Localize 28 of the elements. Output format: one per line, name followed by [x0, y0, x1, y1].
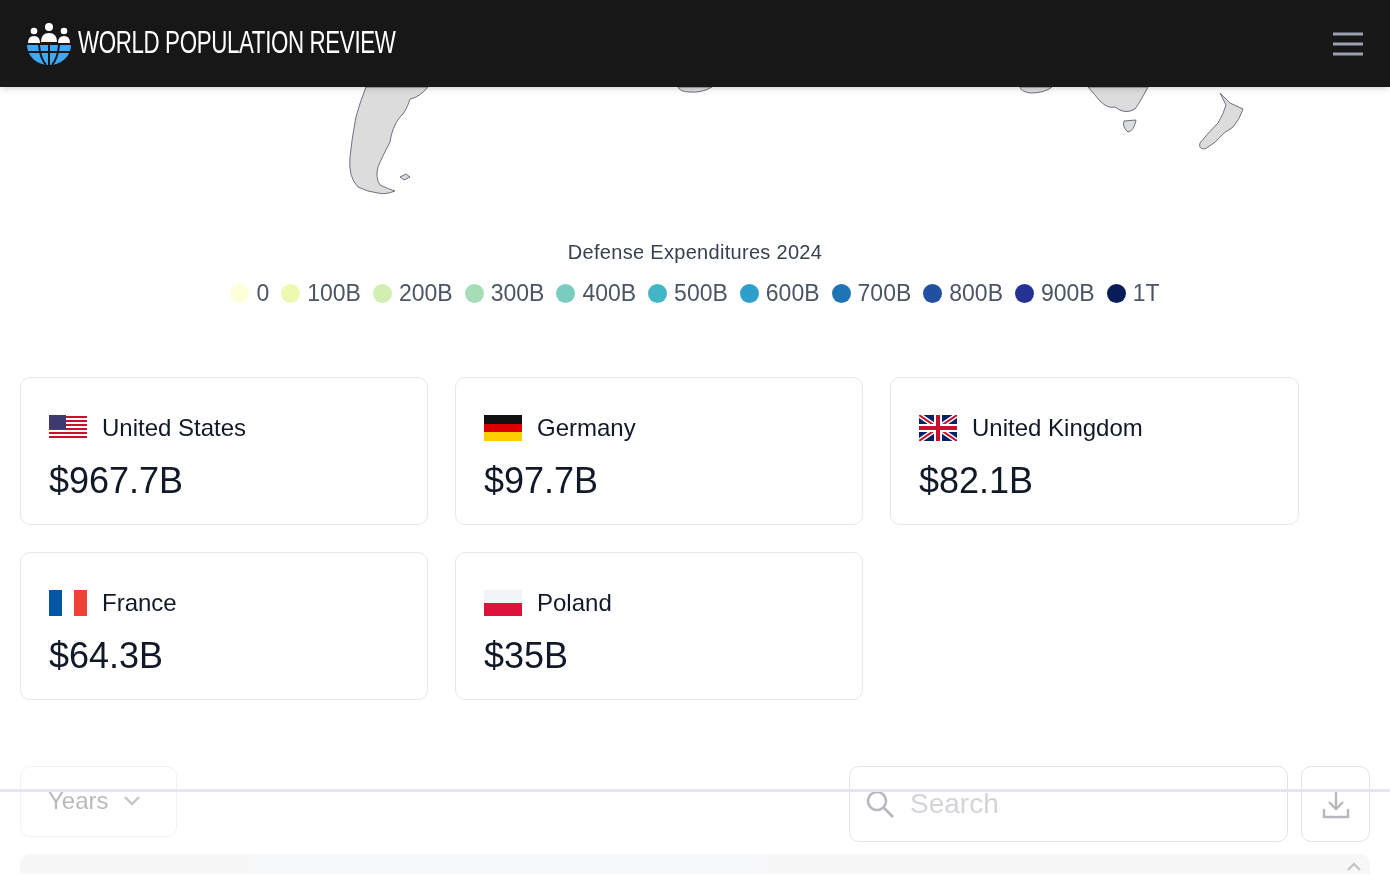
- legend-title: Defense Expenditures 2024: [567, 240, 823, 265]
- legend-label: 0: [256, 279, 270, 308]
- legend-label: 400B: [582, 279, 637, 308]
- country-name: United States: [102, 412, 247, 443]
- country-card[interactable]: France $64.3B: [20, 551, 428, 700]
- country-name: France: [102, 587, 177, 618]
- legend-label: 600B: [765, 279, 820, 308]
- legend-label: 100B: [307, 279, 361, 308]
- spending-value: $82.1B: [919, 458, 1035, 503]
- spending-value: $64.3B: [49, 633, 165, 678]
- country-card[interactable]: Germany $97.7B: [455, 376, 863, 525]
- spending-value: $97.7B: [484, 458, 600, 503]
- legend-label: 700B: [857, 279, 912, 308]
- legend-label: 1T: [1132, 279, 1160, 308]
- legend-label: 300B: [490, 279, 545, 308]
- country-card[interactable]: United States $967.7B: [20, 376, 428, 525]
- spending-value: $967.7B: [49, 458, 185, 503]
- country-name: United Kingdom: [972, 412, 1143, 443]
- country-name: Poland: [537, 587, 612, 618]
- legend-label: 800B: [949, 279, 1003, 308]
- country-card[interactable]: United Kingdom $82.1B: [890, 376, 1299, 525]
- spending-value: $35B: [484, 633, 570, 678]
- country-name: Germany: [537, 412, 636, 443]
- country-card[interactable]: Poland $35B: [455, 551, 863, 700]
- legend-label: 900B: [1041, 279, 1095, 308]
- legend-label: 500B: [674, 279, 728, 308]
- legend-label: 200B: [398, 279, 453, 308]
- site-title[interactable]: WORLD POPULATION REVIEW: [78, 20, 396, 67]
